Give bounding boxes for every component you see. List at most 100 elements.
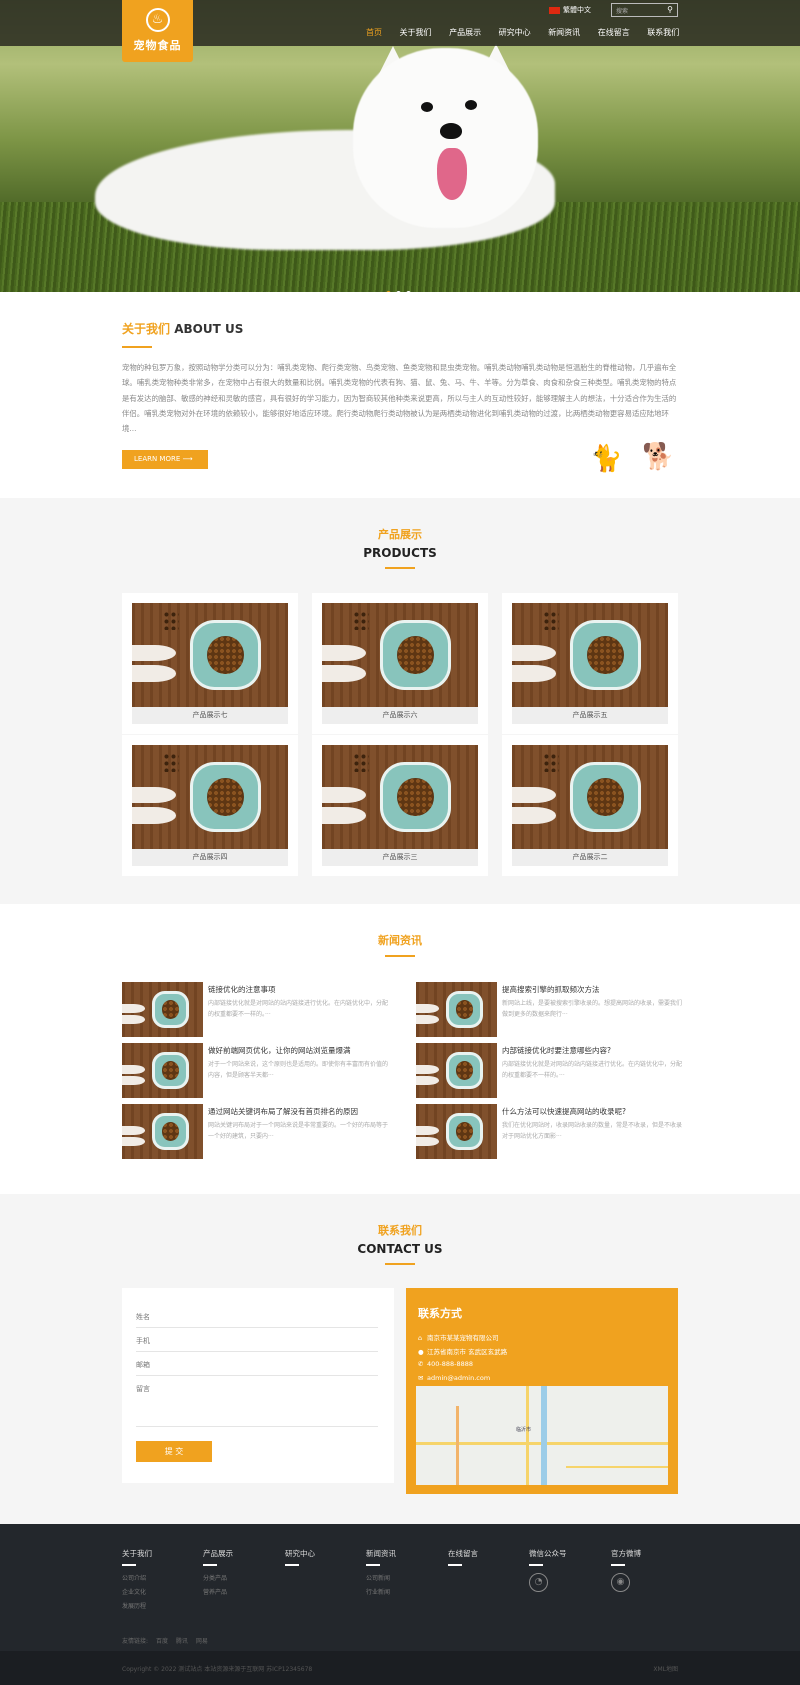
- arrow-right-icon: ⟶: [182, 455, 193, 463]
- learn-more-button[interactable]: LEARN MORE ⟶: [122, 450, 208, 469]
- news-thumbnail[interactable]: [416, 982, 497, 1037]
- product-image[interactable]: [132, 745, 288, 849]
- news-section: 新闻资讯 链接优化的注意事项 内部链接优化就是对网站的站内链接进行优化。在内链优…: [0, 904, 800, 1194]
- contact-form: 姓名 手机 邮箱 留言 提 交: [122, 1288, 394, 1483]
- products-title: 产品展示 PRODUCTS: [363, 528, 437, 560]
- news-title-link[interactable]: 做好前端网页优化，让你的网站浏览量爆满: [208, 1045, 351, 1056]
- news-title-link[interactable]: 什么方法可以快速提高网站的收录呢?: [502, 1106, 626, 1117]
- product-image[interactable]: [512, 745, 668, 849]
- location-pin-icon: ●: [418, 1348, 424, 1356]
- news-title-link[interactable]: 内部链接优化时要注意哪些内容?: [502, 1045, 611, 1056]
- news-item[interactable]: 提高搜索引擎的抓取频次方法 新网站上线，是要被搜索引擎收录的。想提高网站的收录，…: [416, 982, 682, 1037]
- news-summary: 网站关键词布局对于一个网站来说是非常重要的。一个好的布局等于一个好的建筑，只要内…: [208, 1122, 389, 1140]
- name-field[interactable]: 姓名: [136, 1312, 378, 1328]
- news-item[interactable]: 内部链接优化时要注意哪些内容? 内部链接优化就是对网站的站内链接进行优化。在内链…: [416, 1043, 682, 1098]
- news-summary: 新网站上线，是要被搜索引擎收录的。想提高网站的收录，需要我们做到更多的数据来爬行…: [502, 1000, 683, 1018]
- nav-item-research[interactable]: 研究中心: [499, 27, 531, 38]
- nav-item-home[interactable]: 首页: [366, 27, 382, 38]
- nav-item-about[interactable]: 关于我们: [400, 27, 432, 38]
- copyright-text: Copyright © 2022 测试站点 本站资源来源于互联网 苏ICP123…: [122, 1666, 313, 1673]
- product-card[interactable]: 产品展示五: [502, 593, 678, 734]
- news-thumbnail[interactable]: [122, 982, 203, 1037]
- news-thumbnail[interactable]: [122, 1043, 203, 1098]
- product-caption[interactable]: 产品展示二: [512, 849, 668, 866]
- news-title-link[interactable]: 通过网站关键词布局了解没有首页排名的原因: [208, 1106, 358, 1117]
- dog-eye-right: [465, 100, 477, 110]
- footer-column: 新闻资讯 公司新闻 行业新闻: [366, 1549, 396, 1596]
- news-item[interactable]: 通过网站关键词布局了解没有首页排名的原因 网站关键词布局对于一个网站来说是非常重…: [122, 1104, 388, 1159]
- dog-tongue: [437, 148, 467, 200]
- product-image[interactable]: [322, 745, 478, 849]
- news-summary: 内部链接优化就是对网站的站内链接进行优化。在内链优化中，分配的权重都要不一样的。…: [502, 1061, 683, 1079]
- product-caption[interactable]: 产品展示三: [322, 849, 478, 866]
- footer-column: 研究中心: [285, 1548, 315, 1573]
- wechat-icon[interactable]: ◔: [529, 1573, 548, 1592]
- product-caption[interactable]: 产品展示四: [132, 849, 288, 866]
- product-card[interactable]: 产品展示二: [502, 735, 678, 876]
- language-switch[interactable]: 繁體中文: [549, 5, 591, 15]
- submit-button[interactable]: 提 交: [136, 1441, 212, 1462]
- map-river: [541, 1386, 547, 1485]
- contact-section: 联系我们 CONTACT US 姓名 手机 邮箱 留言 提 交 联系方式 ⌂ 南京…: [0, 1194, 800, 1524]
- search-input[interactable]: 搜索 ⚲: [611, 3, 678, 17]
- location-map[interactable]: 临沂市: [416, 1386, 668, 1485]
- news-item[interactable]: 链接优化的注意事项 内部链接优化就是对网站的站内链接进行优化。在内链优化中，分配…: [122, 982, 388, 1037]
- news-thumbnail[interactable]: [416, 1104, 497, 1159]
- map-road: [566, 1466, 668, 1468]
- email-line: ✉ admin@admin.com: [418, 1374, 491, 1382]
- news-summary: 对于一个网站来说，这个原则也是适用的。即使你有丰富而有价值的内容，但是顾客半天都…: [208, 1061, 389, 1079]
- footer-column: 产品展示 分类产品 营养产品: [203, 1549, 233, 1596]
- product-image[interactable]: [322, 603, 478, 707]
- product-caption[interactable]: 产品展示六: [322, 707, 478, 724]
- site-footer: 关于我们 公司介绍 企业文化 发展历程 产品展示 分类产品 营养产品 研究中心 …: [0, 1524, 800, 1651]
- nav-item-news[interactable]: 新闻资讯: [548, 27, 580, 38]
- product-card[interactable]: 产品展示六: [312, 593, 488, 734]
- company-line: ⌂ 南京市某某宠物有限公司: [418, 1334, 499, 1342]
- news-summary: 内部链接优化就是对网站的站内链接进行优化。在内链优化中，分配的权重都要不一样的。…: [208, 1000, 389, 1018]
- title-underline: [122, 346, 152, 348]
- product-card[interactable]: 产品展示七: [122, 593, 298, 734]
- flame-icon: ♨: [145, 8, 170, 32]
- copyright-bar: Copyright © 2022 测试站点 本站资源来源于互联网 苏ICP123…: [0, 1651, 800, 1685]
- nav-item-message[interactable]: 在线留言: [598, 27, 630, 38]
- product-image[interactable]: [132, 603, 288, 707]
- news-title-link[interactable]: 链接优化的注意事项: [208, 984, 276, 995]
- address-line: ● 江苏省南京市 玄武区玄武路: [418, 1348, 508, 1356]
- product-card[interactable]: 产品展示三: [312, 735, 488, 876]
- weibo-icon[interactable]: ◉: [611, 1573, 630, 1592]
- news-title-link[interactable]: 提高搜索引擎的抓取频次方法: [502, 984, 600, 995]
- contact-info-heading: 联系方式: [418, 1307, 462, 1320]
- product-image[interactable]: [512, 603, 668, 707]
- news-thumbnail[interactable]: [416, 1043, 497, 1098]
- message-field[interactable]: 留言: [136, 1384, 378, 1427]
- map-road: [526, 1386, 529, 1485]
- search-icon[interactable]: ⚲: [667, 5, 673, 14]
- about-title: 关于我们 ABOUT US: [122, 322, 244, 336]
- site-logo[interactable]: ♨ 宠物食品: [122, 0, 193, 62]
- product-card[interactable]: 产品展示四: [122, 735, 298, 876]
- phone-icon: ✆: [418, 1360, 424, 1368]
- friend-links: 友情链接: 百度 腾讯 网易: [122, 1638, 208, 1645]
- cat-icon: 🐈: [590, 444, 623, 474]
- dog-icon: 🐕: [642, 442, 675, 472]
- news-item[interactable]: 什么方法可以快速提高网站的收录呢? 我们在优化网站时，收录网站收录的数量，常是不…: [416, 1104, 682, 1159]
- news-item[interactable]: 做好前端网页优化，让你的网站浏览量爆满 对于一个网站来说，这个原则也是适用的。即…: [122, 1043, 388, 1098]
- about-text: 宠物的种包罗万象，按照动物学分类可以分为：哺乳类宠物、爬行类宠物、鸟类宠物、鱼类…: [122, 363, 677, 434]
- map-label: 临沂市: [516, 1427, 532, 1433]
- sitemap-link[interactable]: XML地图: [653, 1664, 678, 1673]
- product-caption[interactable]: 产品展示五: [512, 707, 668, 724]
- slider-dots: [386, 281, 416, 292]
- product-caption[interactable]: 产品展示七: [132, 707, 288, 724]
- phone-field[interactable]: 手机: [136, 1336, 378, 1352]
- footer-column: 关于我们 公司介绍 企业文化 发展历程: [122, 1549, 152, 1610]
- site-header: ♨ 宠物食品 繁體中文 搜索 ⚲ 首页 关于我们 产品展示 研究中心 新闻资讯 …: [0, 0, 800, 62]
- dog-eye-left: [421, 102, 433, 112]
- news-thumbnail[interactable]: [122, 1104, 203, 1159]
- logo-text: 宠物食品: [133, 39, 182, 52]
- footer-column: 官方微博 ◉: [611, 1548, 641, 1592]
- news-title: 新闻资讯: [378, 934, 422, 947]
- contact-info-panel: 联系方式 ⌂ 南京市某某宠物有限公司 ● 江苏省南京市 玄武区玄武路 ✆ 400-88…: [406, 1288, 678, 1494]
- nav-item-products[interactable]: 产品展示: [449, 27, 481, 38]
- nav-item-contact[interactable]: 联系我们: [647, 27, 679, 38]
- email-field[interactable]: 邮箱: [136, 1360, 378, 1376]
